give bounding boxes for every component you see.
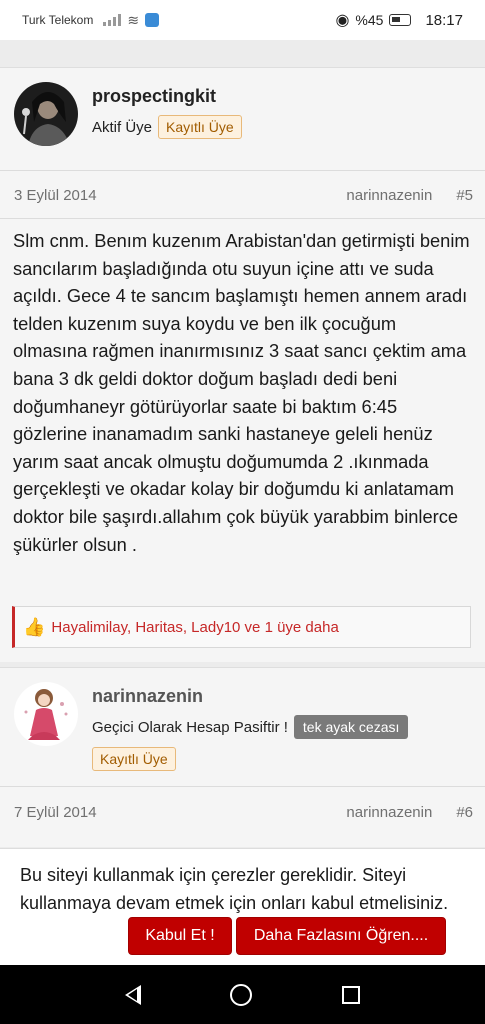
learn-more-button[interactable]: Daha Fazlasını Öğren.... — [236, 917, 446, 955]
carrier-label: Turk Telekom — [22, 13, 94, 27]
post-date[interactable]: 7 Eylül 2014 — [14, 804, 97, 821]
cookie-notice: Bu siteyi kullanmak için çerezler gerekl… — [0, 848, 485, 965]
likes-list[interactable]: Hayalimilay, Haritas, Lady10 ve 1 üye da… — [51, 619, 338, 636]
post-date[interactable]: 3 Eylül 2014 — [14, 187, 97, 204]
recent-apps-icon[interactable] — [342, 985, 361, 1004]
post-author: narinnazenin Geçici Olarak Hesap Pasifti… — [14, 682, 409, 771]
divider — [0, 218, 485, 219]
divider — [0, 786, 485, 787]
forum-post: narinnazenin Geçici Olarak Hesap Pasifti… — [0, 667, 485, 847]
user-title: Geçici Olarak Hesap Pasiftir ! — [92, 718, 288, 736]
registered-member-badge: Kayıtlı Üye — [158, 115, 242, 139]
thumbs-up-icon: 👍 — [23, 616, 46, 637]
penalty-badge: tek ayak cezası — [293, 715, 409, 739]
post-message: Slm cnm. Benım kuzenım Arabistan'dan get… — [13, 230, 470, 555]
accept-cookies-button[interactable]: Kabul Et ! — [128, 917, 232, 955]
status-bar: Turk Telekom ≋ ◉ %45 18:17 — [0, 0, 485, 40]
battery-icon — [389, 14, 412, 26]
signal-icon — [103, 14, 122, 26]
user-avatar[interactable] — [14, 82, 78, 146]
battery-percent: %45 — [355, 12, 384, 28]
post-number[interactable]: #5 — [456, 187, 473, 204]
post-quoted-user[interactable]: narinnazenin — [346, 187, 432, 204]
divider — [0, 170, 485, 171]
home-icon[interactable] — [230, 983, 253, 1006]
wifi-icon: ≋ — [127, 11, 140, 28]
registered-member-badge: Kayıtlı Üye — [92, 747, 176, 771]
post-author: prospectingkit Aktif Üye Kayıtlı Üye — [14, 82, 242, 146]
back-icon[interactable] — [124, 984, 141, 1005]
system-navbar — [0, 965, 485, 1024]
page-spacer — [0, 40, 485, 67]
forum-post: prospectingkit Aktif Üye Kayıtlı Üye 3 E… — [0, 67, 485, 662]
likes-bar[interactable]: 👍 Hayalimilay, Haritas, Lady10 ve 1 üye … — [12, 606, 471, 648]
clock: 18:17 — [425, 11, 463, 29]
post-quoted-user[interactable]: narinnazenin — [346, 804, 432, 821]
post-meta: 7 Eylül 2014 narinnazenin #6 — [14, 802, 473, 822]
post-meta: 3 Eylül 2014 narinnazenin #5 — [14, 185, 473, 205]
cookie-message: Bu siteyi kullanmak için çerezler gerekl… — [20, 865, 449, 913]
post-number[interactable]: #6 — [456, 804, 473, 821]
eye-comfort-icon: ◉ — [335, 12, 350, 29]
user-avatar[interactable] — [14, 682, 78, 746]
author-username[interactable]: narinnazenin — [92, 686, 408, 707]
user-title: Aktif Üye — [92, 118, 153, 136]
app-notification-icon — [145, 13, 160, 27]
author-username[interactable]: prospectingkit — [92, 86, 242, 107]
